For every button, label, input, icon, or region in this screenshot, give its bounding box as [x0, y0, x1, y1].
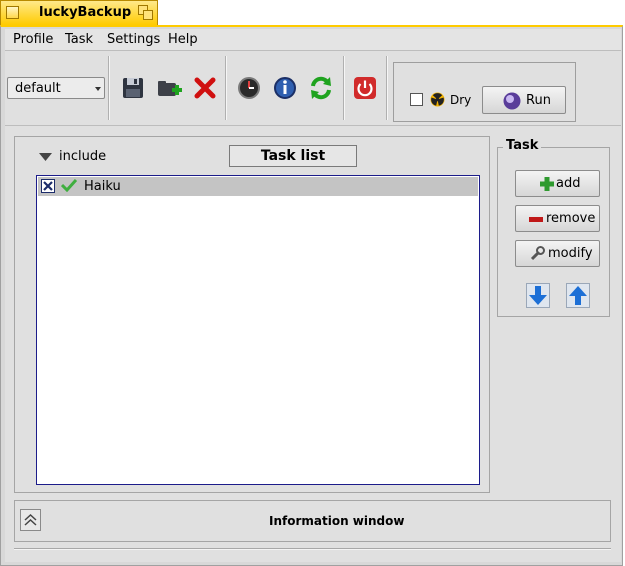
toolbar-separator	[386, 56, 388, 120]
arrow-up-icon[interactable]	[566, 283, 590, 308]
toolbar-separator	[343, 56, 345, 120]
menubar	[5, 29, 621, 51]
save-icon[interactable]	[119, 74, 147, 102]
arrow-down-icon[interactable]	[526, 283, 550, 308]
info-icon[interactable]	[271, 74, 299, 102]
window-title-tab[interactable]: luckyBackup	[0, 0, 158, 25]
include-label: include	[59, 149, 107, 164]
close-icon[interactable]	[6, 6, 19, 19]
run-button[interactable]: Run	[482, 86, 566, 114]
task-group-title: Task	[503, 138, 542, 153]
quit-icon[interactable]	[351, 74, 379, 102]
menu-help[interactable]: Help	[168, 32, 198, 47]
chevron-down-icon[interactable]	[39, 153, 52, 162]
run-button-label: Run	[526, 93, 551, 108]
delete-icon[interactable]	[191, 74, 219, 102]
minus-icon	[529, 217, 543, 222]
checkmark-icon	[61, 178, 77, 192]
window-title: luckyBackup	[39, 5, 132, 20]
wrench-icon	[530, 246, 545, 261]
zoom-icon[interactable]	[138, 5, 154, 21]
modify-task-button[interactable]: modify	[515, 240, 600, 267]
add-task-button[interactable]: add	[515, 170, 600, 197]
chevron-down-icon	[95, 87, 101, 91]
dry-label: Dry	[450, 93, 472, 107]
toolbar-separator	[108, 56, 110, 120]
modify-task-label: modify	[548, 246, 593, 261]
task-list-title: Task list	[229, 145, 357, 167]
plus-icon	[540, 177, 554, 191]
dry-checkbox[interactable]	[410, 93, 423, 106]
information-window-label: Information window	[269, 514, 405, 528]
toolbar-separator	[225, 56, 227, 120]
remove-task-label: remove	[546, 211, 596, 226]
expand-icon[interactable]	[20, 509, 41, 531]
profile-combo[interactable]: default	[7, 77, 105, 99]
menu-task[interactable]: Task	[65, 32, 93, 47]
radiation-icon	[430, 92, 445, 107]
task-name: Haiku	[84, 179, 121, 194]
task-checkbox-checked-icon[interactable]	[41, 179, 55, 193]
menu-profile[interactable]: Profile	[13, 32, 53, 47]
task-listbox[interactable]	[36, 175, 480, 485]
status-divider	[14, 548, 611, 550]
remove-task-button[interactable]: remove	[515, 205, 600, 232]
profile-combo-value: default	[15, 81, 61, 96]
play-icon	[503, 92, 521, 110]
new-profile-icon[interactable]	[155, 74, 183, 102]
menu-settings[interactable]: Settings	[107, 32, 160, 47]
add-task-label: add	[556, 176, 581, 191]
refresh-icon[interactable]	[307, 74, 335, 102]
schedule-icon[interactable]	[235, 74, 263, 102]
